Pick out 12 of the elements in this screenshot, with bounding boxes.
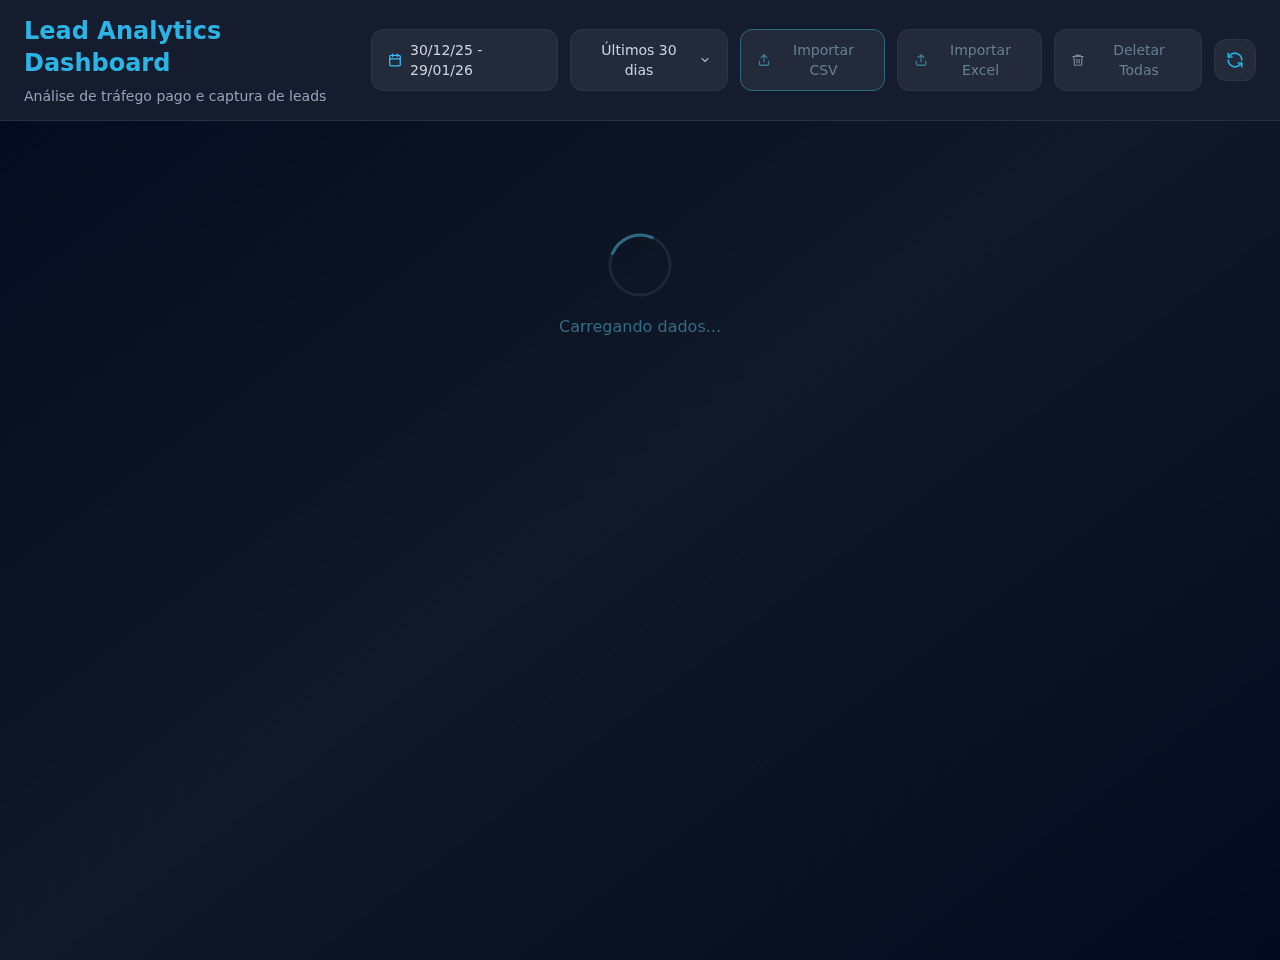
- period-dropdown[interactable]: Últimos 30 dias: [570, 29, 728, 91]
- upload-icon: [914, 53, 928, 67]
- trash-icon: [1071, 53, 1085, 67]
- upload-icon: [757, 53, 771, 67]
- loading-message: Carregando dados...: [559, 316, 721, 338]
- date-range-button[interactable]: 30/12/25 - 29/01/26: [371, 29, 558, 91]
- refresh-button[interactable]: [1214, 39, 1256, 81]
- dashboard-title: Lead Analytics Dashboard: [24, 15, 223, 79]
- spinner-icon: [608, 233, 672, 297]
- refresh-icon: [1226, 51, 1244, 69]
- calendar-icon: [388, 53, 402, 67]
- dashboard-subtitle: Análise de tráfego pago e captura de leads: [24, 86, 327, 106]
